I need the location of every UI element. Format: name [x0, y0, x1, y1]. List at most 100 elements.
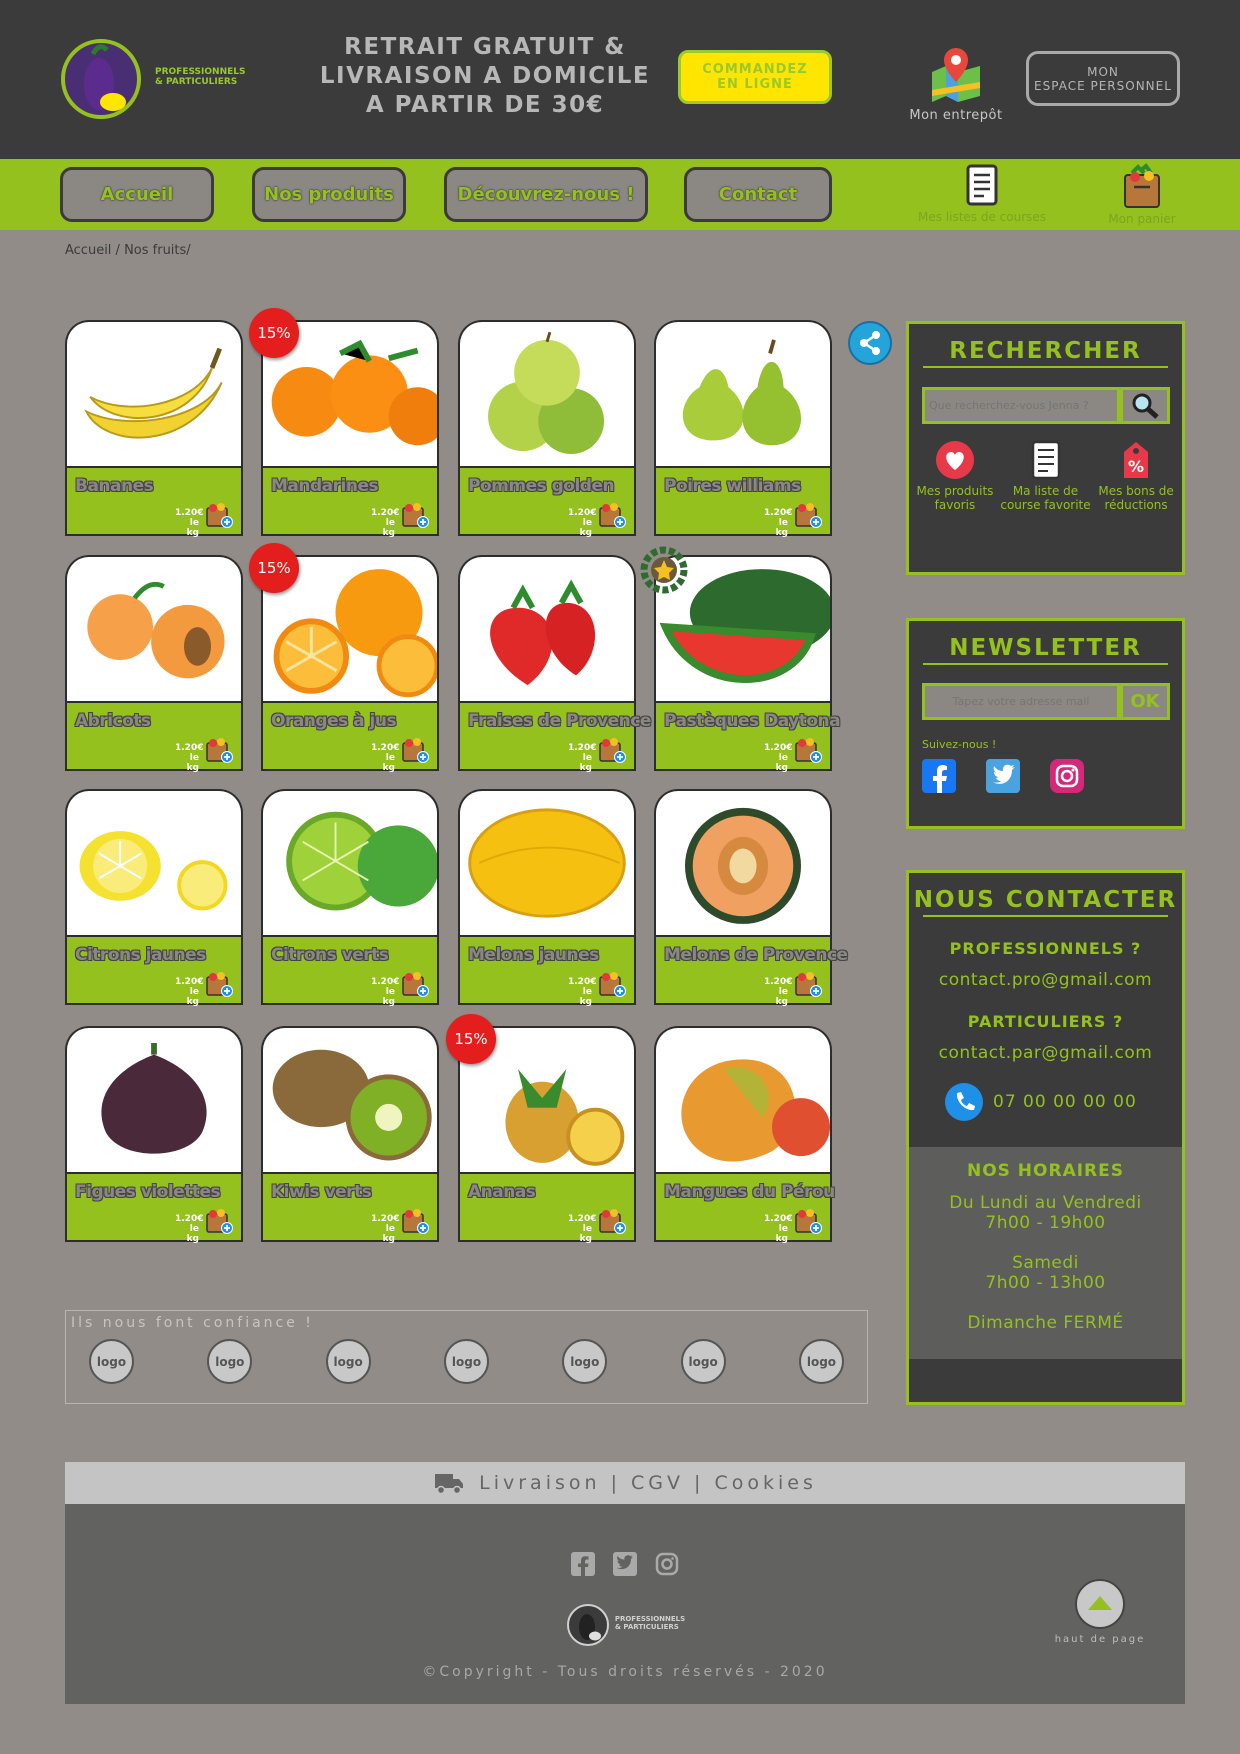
- partner-logo[interactable]: logo: [325, 1339, 371, 1384]
- price-unit: le kg: [775, 1224, 788, 1244]
- partner-logo[interactable]: logo: [443, 1339, 489, 1384]
- search-input[interactable]: [922, 387, 1120, 424]
- product-name[interactable]: Citrons verts: [271, 945, 389, 965]
- apple-icon: [488, 331, 605, 454]
- add-to-basket-icon[interactable]: [401, 500, 429, 528]
- product-name[interactable]: Mandarines: [271, 476, 379, 496]
- product-image[interactable]: [654, 1026, 832, 1176]
- product-image[interactable]: [65, 1026, 243, 1176]
- add-to-basket-icon[interactable]: [205, 1206, 233, 1234]
- product-card[interactable]: Fraises de Provence 1.20€ le kg: [458, 555, 651, 773]
- add-to-basket-icon[interactable]: [598, 1206, 626, 1234]
- partner-logo[interactable]: logo: [207, 1339, 253, 1384]
- add-to-basket-icon[interactable]: [598, 735, 626, 763]
- logo-icon[interactable]: [59, 32, 143, 122]
- partner-logo[interactable]: logo: [89, 1339, 134, 1384]
- footer-brand-line1: PROFESSIONNELS: [614, 1615, 686, 1623]
- personal-space-button[interactable]: MON ESPACE PERSONNEL: [1026, 51, 1180, 106]
- product-image[interactable]: [458, 789, 636, 939]
- partner-logo[interactable]: logo: [680, 1339, 726, 1384]
- add-to-basket-icon[interactable]: [205, 500, 233, 528]
- product-image[interactable]: [261, 789, 439, 939]
- product-name[interactable]: Ananas: [468, 1182, 536, 1202]
- partner-logo[interactable]: logo: [798, 1339, 844, 1384]
- nav-contact[interactable]: Contact: [684, 167, 832, 222]
- share-button[interactable]: [848, 321, 892, 365]
- add-to-basket-icon[interactable]: [401, 1206, 429, 1234]
- product-card[interactable]: Citrons verts 1.20€ le kg: [261, 789, 439, 1007]
- nav-discover[interactable]: Découvrez-nous !: [444, 167, 648, 222]
- product-card[interactable]: Mangues du Pérou 1.20€ le kg: [654, 1026, 835, 1244]
- pro-label: PROFESSIONNELS ?: [949, 939, 1142, 958]
- product-name[interactable]: Poires williams: [664, 476, 801, 496]
- product-card[interactable]: Abricots 1.20€ le kg: [65, 555, 243, 773]
- product-card[interactable]: Melons de Provence 1.20€ le kg: [654, 789, 848, 1007]
- breadcrumb[interactable]: Accueil / Nos fruits/: [65, 243, 191, 258]
- warehouse-link[interactable]: Mon entrepôt: [900, 46, 1012, 123]
- product-image[interactable]: [65, 320, 243, 470]
- twitter-icon[interactable]: [986, 759, 1020, 793]
- product-image[interactable]: [458, 555, 636, 705]
- product-name[interactable]: Kiwis verts: [271, 1182, 372, 1202]
- instagram-icon[interactable]: [1050, 759, 1084, 793]
- product-image[interactable]: [458, 320, 636, 470]
- product-image[interactable]: [654, 789, 832, 939]
- product-name[interactable]: Bananes: [75, 476, 154, 496]
- phone-link[interactable]: 07 00 00 00 00: [945, 1083, 1182, 1121]
- product-name[interactable]: Fraises de Provence: [468, 711, 651, 731]
- product-price: 1.20€ le kg: [764, 1214, 792, 1244]
- product-card[interactable]: Melons jaunes 1.20€ le kg: [458, 789, 636, 1007]
- coupons-shortcut[interactable]: % Mes bons de réductions: [1096, 440, 1176, 512]
- order-online-button[interactable]: COMMANDEZ EN LIGNE: [678, 50, 832, 104]
- cart-link[interactable]: Mon panier: [1098, 163, 1186, 226]
- add-to-basket-icon[interactable]: [794, 500, 822, 528]
- add-to-basket-icon[interactable]: [598, 969, 626, 997]
- product-image[interactable]: [654, 320, 832, 470]
- add-to-basket-icon[interactable]: [598, 500, 626, 528]
- facebook-icon[interactable]: [571, 1552, 595, 1576]
- product-name[interactable]: Mangues du Pérou: [664, 1182, 835, 1202]
- product-card[interactable]: Poires williams 1.20€ le kg: [654, 320, 832, 538]
- add-to-basket-icon[interactable]: [794, 969, 822, 997]
- product-card[interactable]: Bananes 1.20€ le kg: [65, 320, 243, 538]
- pro-email-link[interactable]: contact.pro@gmail.com: [909, 970, 1182, 990]
- product-name[interactable]: Pastèques Daytona: [664, 711, 841, 731]
- product-name[interactable]: Abricots: [75, 711, 151, 731]
- product-card[interactable]: Kiwis verts 1.20€ le kg: [261, 1026, 439, 1244]
- newsletter-email-input[interactable]: [922, 683, 1120, 720]
- add-to-basket-icon[interactable]: [205, 969, 233, 997]
- par-email-link[interactable]: contact.par@gmail.com: [909, 1043, 1182, 1063]
- favorites-shortcut[interactable]: Mes produits favoris: [915, 440, 995, 512]
- product-name[interactable]: Oranges à jus: [271, 711, 397, 731]
- twitter-icon[interactable]: [613, 1552, 637, 1576]
- product-name[interactable]: Melons de Provence: [664, 945, 848, 965]
- product-name[interactable]: Melons jaunes: [468, 945, 599, 965]
- add-to-basket-icon[interactable]: [794, 735, 822, 763]
- favorite-list-shortcut[interactable]: Ma liste de course favorite: [995, 440, 1096, 512]
- facebook-icon[interactable]: [922, 759, 956, 793]
- nav-products[interactable]: Nos produits: [252, 167, 406, 222]
- product-image[interactable]: [261, 1026, 439, 1176]
- product-image[interactable]: [65, 555, 243, 705]
- back-to-top-button[interactable]: haut de page: [1050, 1578, 1150, 1645]
- nav-label: Accueil: [100, 184, 174, 205]
- product-name[interactable]: Citrons jaunes: [75, 945, 206, 965]
- product-image[interactable]: [65, 789, 243, 939]
- instagram-icon[interactable]: [655, 1552, 679, 1576]
- nav-accueil[interactable]: Accueil: [60, 167, 214, 222]
- add-to-basket-icon[interactable]: [205, 735, 233, 763]
- product-card[interactable]: Figues violettes 1.20€ le kg: [65, 1026, 243, 1244]
- product-name[interactable]: Pommes golden: [468, 476, 615, 496]
- footer-links[interactable]: Livraison | CGV | Cookies: [479, 1472, 817, 1494]
- product-card[interactable]: Citrons jaunes 1.20€ le kg: [65, 789, 243, 1007]
- newsletter-ok-button[interactable]: OK: [1120, 683, 1170, 720]
- add-to-basket-icon[interactable]: [794, 1206, 822, 1234]
- par-label: PARTICULIERS ?: [967, 1012, 1124, 1031]
- product-card[interactable]: Pommes golden 1.20€ le kg: [458, 320, 636, 538]
- partner-logo[interactable]: logo: [562, 1339, 608, 1384]
- product-name[interactable]: Figues violettes: [75, 1182, 221, 1202]
- add-to-basket-icon[interactable]: [401, 735, 429, 763]
- add-to-basket-icon[interactable]: [401, 969, 429, 997]
- search-button[interactable]: [1120, 387, 1170, 424]
- shopping-lists-link[interactable]: Mes listes de courses: [900, 163, 1064, 224]
